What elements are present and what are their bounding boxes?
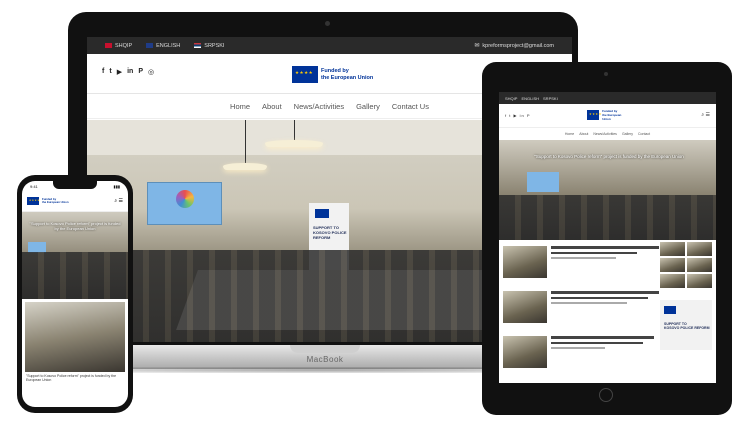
phone-notch — [53, 181, 97, 189]
tablet-nav-gallery[interactable]: Gallery — [622, 132, 633, 136]
tablet-hero-caption: "Support to Kosovo Police reform" projec… — [534, 154, 684, 159]
tablet-header: f t ▶ in P Funded by the European Union … — [499, 104, 716, 128]
eu-flag-icon — [292, 66, 318, 83]
instagram-icon[interactable]: ◎ — [148, 68, 154, 76]
email-icon: ✉ — [474, 43, 480, 49]
language-srpski[interactable]: SRPSKI — [194, 43, 224, 49]
phone-search-menu-icons[interactable]: ⌕ ☰ — [114, 198, 123, 204]
facebook-icon[interactable]: f — [102, 68, 104, 76]
tablet-search-menu-icons[interactable]: ⌕ ☰ — [701, 112, 710, 118]
eu-funded-logo[interactable]: Funded by the European Union — [292, 66, 373, 83]
tablet-social-links[interactable]: f t ▶ in P — [505, 113, 531, 118]
gallery-thumb[interactable] — [687, 258, 712, 272]
tablet-top-bar: SHQIP ENGLISH SRPSKI — [499, 92, 716, 104]
tablet-language-english[interactable]: ENGLISH — [521, 96, 539, 101]
eu-flag-icon — [27, 197, 40, 205]
banner-text: SUPPORT TO KOSOVO POLICE REFORM — [313, 225, 347, 240]
pinterest-icon[interactable]: P — [138, 68, 143, 76]
tablet-nav: Home About News/Activities Gallery Conta… — [499, 128, 716, 140]
device-mockup-stage: SHQIP ENGLISH SRPSKI ✉ kpreformsproject@… — [0, 0, 743, 423]
social-links: f t ▶ in P ◎ — [102, 68, 154, 76]
tablet-camera — [604, 72, 608, 76]
gallery-thumb[interactable] — [660, 258, 685, 272]
nav-gallery[interactable]: Gallery — [356, 102, 380, 111]
linkedin-icon[interactable]: in — [127, 68, 133, 76]
tablet-hero-image[interactable]: "Support to Kosovo Police reform" projec… — [499, 140, 716, 240]
tablet-nav-about[interactable]: About — [579, 132, 588, 136]
contact-email[interactable]: ✉ kpreformsproject@gmail.com — [474, 42, 554, 50]
albania-flag-icon — [105, 43, 112, 48]
phone-header: Funded by the European Union ⌕ ☰ — [22, 192, 128, 212]
news-thumbnail — [503, 246, 547, 278]
nav-about[interactable]: About — [262, 102, 282, 111]
tablet-screen: SHQIP ENGLISH SRPSKI f t ▶ in P Funded b… — [499, 92, 716, 383]
phone-time: 9:41 — [30, 184, 38, 189]
lamp-wire — [294, 120, 295, 140]
phone-attendees — [22, 252, 128, 299]
tablet-language-srpski[interactable]: SRPSKI — [543, 96, 558, 101]
tablet-nav-contact[interactable]: Contact — [638, 132, 650, 136]
tablet-home-button — [599, 388, 613, 402]
tablet-language-shqip[interactable]: SHQIP — [505, 96, 517, 101]
nav-home[interactable]: Home — [230, 102, 250, 111]
language-shqip[interactable]: SHQIP — [105, 43, 132, 49]
lamp-wire — [245, 120, 246, 163]
phone-news-image[interactable] — [25, 302, 125, 372]
ceiling-lamp — [265, 140, 323, 147]
news-thumbnail — [503, 291, 547, 323]
gallery-thumb[interactable] — [687, 242, 712, 256]
phone-hero-caption: "Support to Kosovo Police reform" projec… — [29, 221, 121, 231]
phone-screen: 9:41 ▮▮▮ Funded by the European Union ⌕ … — [22, 181, 128, 407]
tablet-nav-news[interactable]: News/Activities — [593, 132, 617, 136]
tablet-eu-logo[interactable]: Funded by the European Union — [587, 109, 627, 121]
twitter-icon[interactable]: t — [109, 68, 111, 76]
gallery-thumb[interactable] — [687, 274, 712, 288]
phone-eu-logo[interactable]: Funded by the European Union — [27, 197, 69, 205]
tablet-projection-screen — [527, 172, 559, 192]
laptop-notch — [290, 345, 360, 353]
eu-flag-icon — [587, 110, 602, 120]
serbia-flag-icon — [194, 43, 202, 48]
projection-logo-icon — [176, 190, 194, 208]
banner-eu-flag-icon — [315, 209, 329, 218]
projection-screen — [147, 182, 222, 225]
gallery-thumb[interactable] — [660, 274, 685, 288]
top-bar: SHQIP ENGLISH SRPSKI ✉ kpreformsproject@… — [87, 37, 572, 54]
tablet-sidebar: SUPPORT TO KOSOVO POLICE REFORM — [660, 242, 712, 350]
phone-hero-image[interactable]: "Support to Kosovo Police reform" projec… — [22, 212, 128, 299]
sidebar-banner: SUPPORT TO KOSOVO POLICE REFORM — [660, 300, 712, 350]
eu-flag-icon — [664, 306, 676, 314]
gallery-thumb[interactable] — [660, 242, 685, 256]
nav-contact[interactable]: Contact Us — [392, 102, 429, 111]
news-thumbnail — [503, 336, 547, 368]
laptop-brand-label: MacBook — [306, 355, 344, 364]
uk-flag-icon — [146, 43, 154, 48]
youtube-icon[interactable]: ▶ — [117, 68, 122, 76]
laptop-camera — [325, 21, 330, 26]
eu-logo-text: Funded by the European Union — [321, 67, 374, 81]
language-english[interactable]: ENGLISH — [146, 43, 180, 49]
battery-icon: ▮▮▮ — [113, 184, 120, 189]
nav-news-activities[interactable]: News/Activities — [294, 102, 344, 111]
ceiling-lamp — [223, 163, 267, 170]
gallery-grid — [660, 242, 712, 288]
tablet-nav-home[interactable]: Home — [565, 132, 574, 136]
tablet-attendees — [499, 195, 716, 240]
phone-bottom-caption: "Support to Kosovo Police reform" projec… — [26, 374, 117, 382]
